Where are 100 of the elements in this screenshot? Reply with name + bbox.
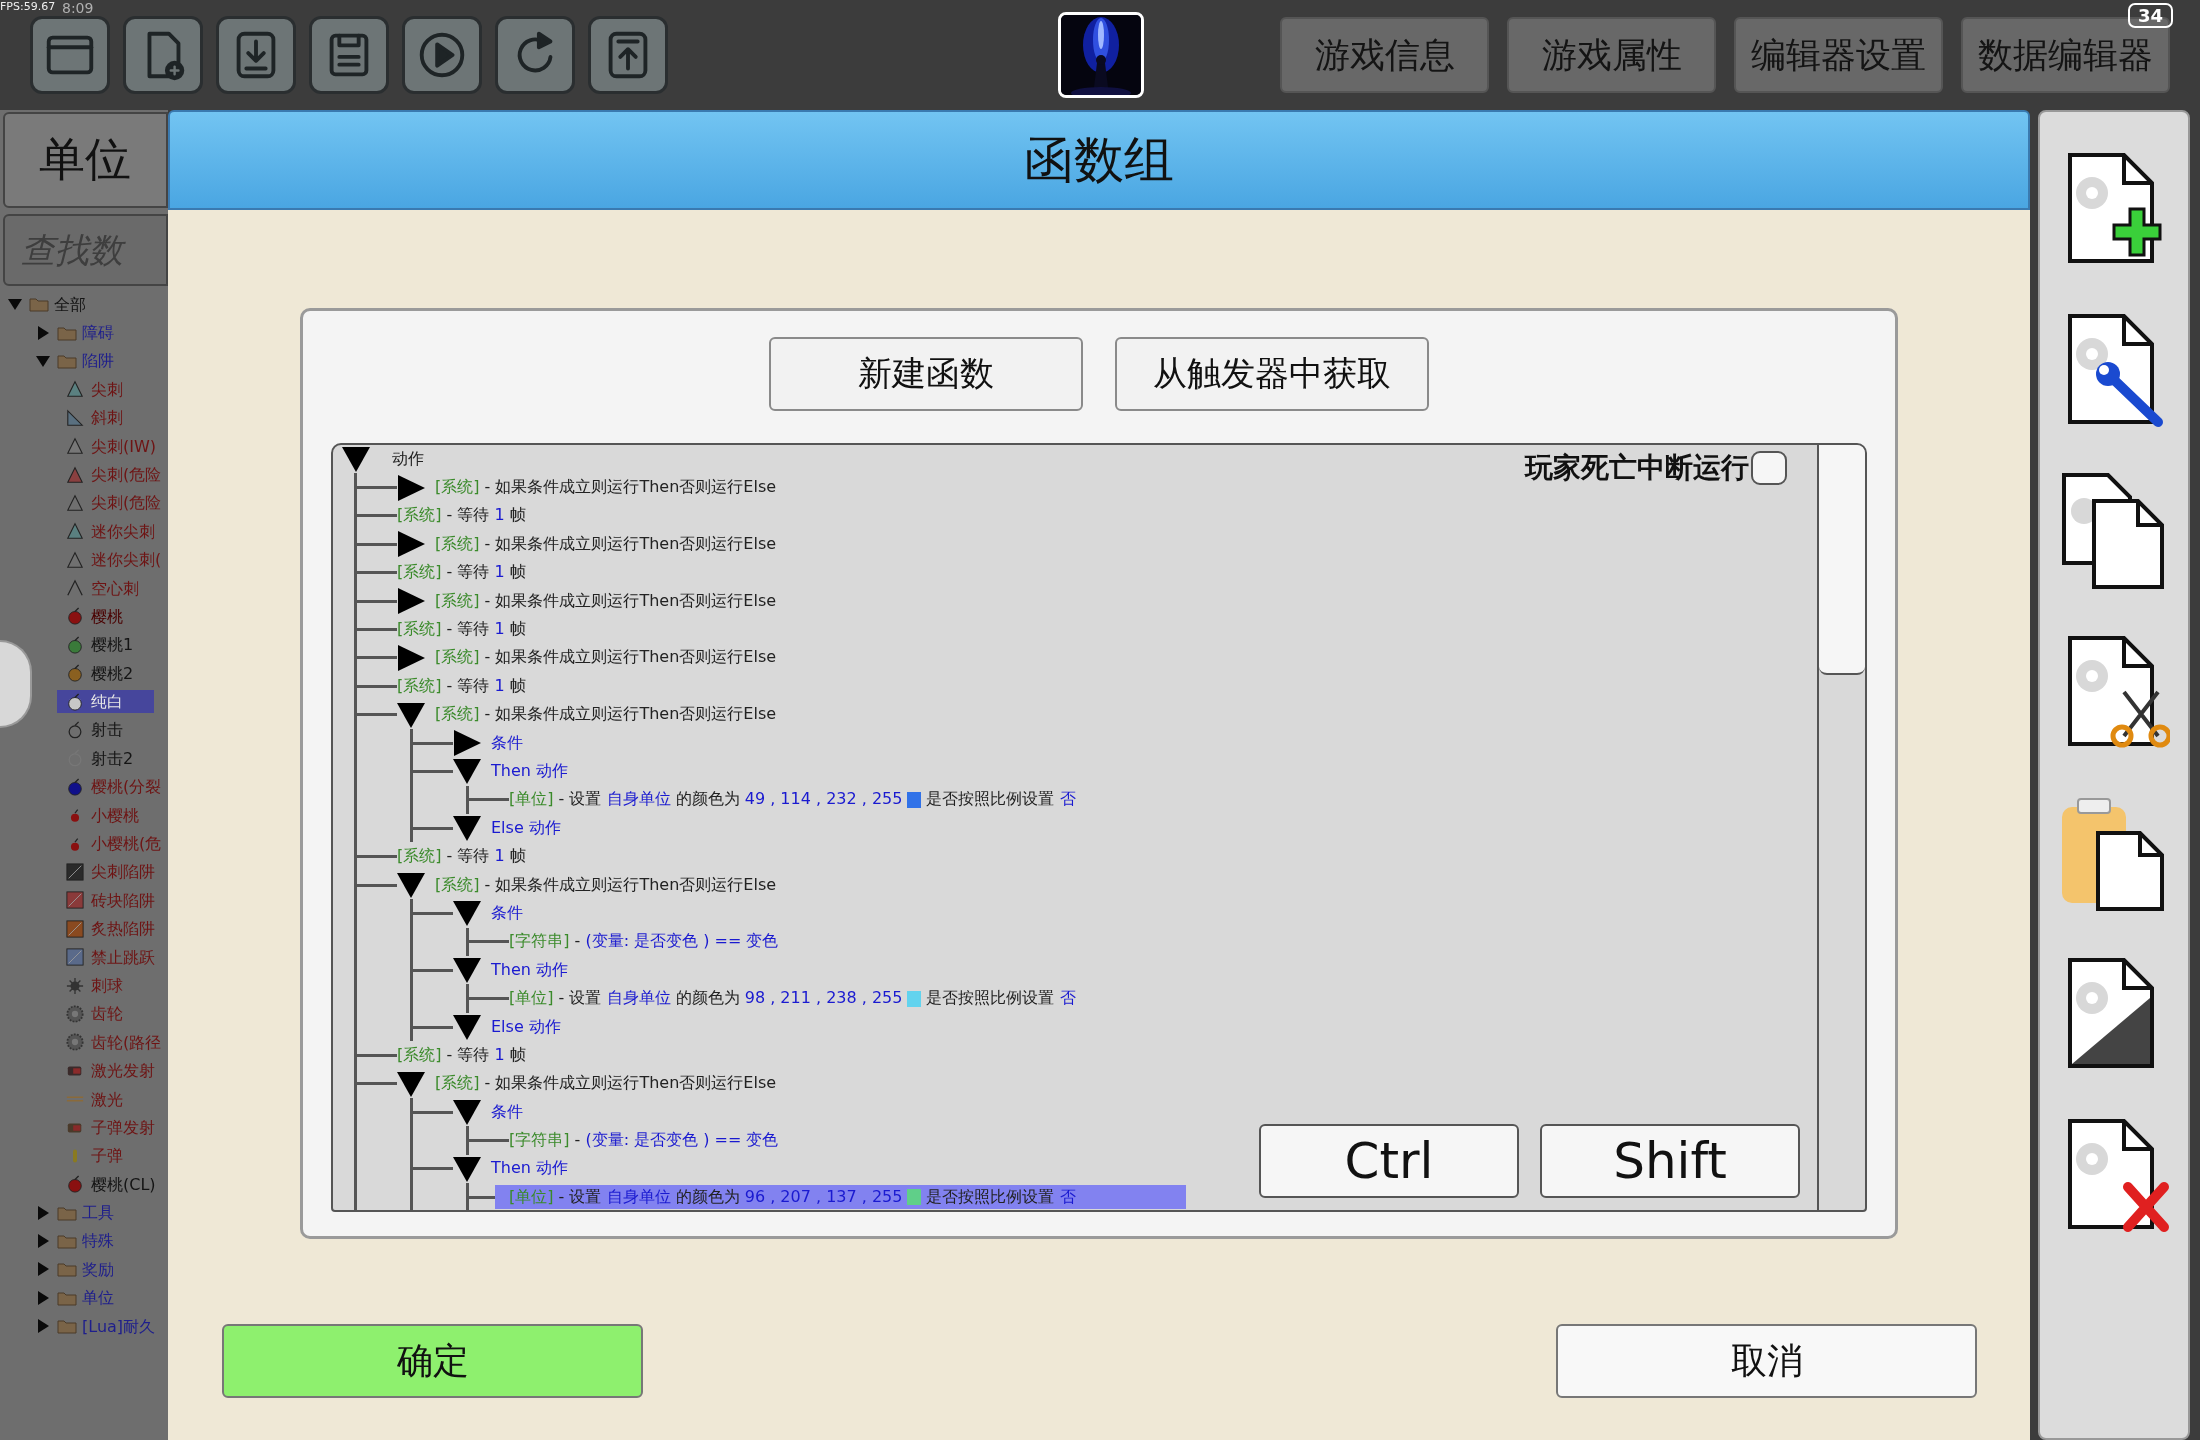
tree-row[interactable]: [系统] - 如果条件成立则运行Then否则运行Else	[421, 873, 887, 898]
tree-row[interactable]: [系统] - 等待 1 帧	[383, 1043, 636, 1068]
tree-row[interactable]: 动作	[378, 447, 534, 472]
scrollbar[interactable]	[1817, 445, 1865, 1210]
menu-tab[interactable]: 编辑器设置	[1734, 17, 1943, 93]
tree-row[interactable]: [系统] - 如果条件成立则运行Then否则运行Else	[421, 1071, 887, 1096]
folder-label[interactable]: 奖励	[82, 1259, 114, 1280]
tree-item[interactable]: 空心刺	[57, 576, 154, 600]
tree-item[interactable]: 樱桃(分裂	[57, 775, 168, 799]
tree-item[interactable]: 樱桃(CL)	[57, 1172, 162, 1196]
folder-label[interactable]: 单位	[82, 1288, 114, 1308]
refresh-button[interactable]	[495, 16, 575, 94]
tree-item[interactable]: 小樱桃	[57, 803, 154, 827]
caret-right-icon[interactable]	[397, 474, 425, 501]
caret-down-icon[interactable]	[453, 758, 481, 785]
caret-right-icon[interactable]	[397, 644, 425, 671]
caret-down-icon[interactable]	[453, 1099, 481, 1126]
caret-down-icon[interactable]	[397, 1070, 425, 1097]
key-button[interactable]: Ctrl	[1259, 1124, 1519, 1198]
play-button[interactable]	[402, 16, 482, 94]
scrollbar-thumb[interactable]	[1819, 445, 1865, 675]
folder-label[interactable]: 特殊	[82, 1231, 114, 1251]
tree-item[interactable]: 尖刺(IW)	[57, 434, 163, 458]
save-button[interactable]	[309, 16, 389, 94]
tree-item[interactable]: 齿轮	[57, 1002, 154, 1026]
tree-row[interactable]: 条件	[477, 901, 633, 926]
tree-row[interactable]: Then 动作	[477, 759, 678, 784]
tree-item[interactable]: 尖刺(危险	[57, 491, 168, 515]
key-button[interactable]: Shift	[1540, 1124, 1800, 1198]
caret-down-icon[interactable]	[397, 701, 425, 728]
tree-row[interactable]: 条件	[477, 731, 633, 756]
tree-row[interactable]: [系统] - 如果条件成立则运行Then否则运行Else	[421, 475, 887, 500]
folder-label[interactable]: 障碍	[82, 323, 114, 343]
tree-row[interactable]: [系统] - 等待 1 帧	[383, 503, 636, 528]
download-button[interactable]	[216, 16, 296, 94]
tree-item[interactable]: 迷你尖刺(	[57, 548, 168, 572]
tree-row[interactable]: [单位] - 设置 自身单位 的颜色为 96 , 207 , 137 , 255 是否按照比例设置 否	[495, 1185, 1186, 1210]
caret-down-icon[interactable]	[453, 900, 481, 927]
caret-down-icon[interactable]	[453, 1014, 481, 1040]
tree-item[interactable]: 砖块陷阱	[57, 888, 161, 912]
folder-label[interactable]: 全部	[54, 294, 86, 314]
tree-item[interactable]: 樱桃2	[57, 661, 154, 685]
caret-down-icon[interactable]	[453, 1155, 481, 1182]
tree-row[interactable]: [字符串] - (变量: 是否变色 ) == 变色	[495, 929, 889, 954]
tree-item[interactable]: 刺球	[57, 973, 154, 998]
checkbox[interactable]	[1751, 451, 1787, 485]
action-button[interactable]: 从触发器中获取	[1115, 337, 1429, 411]
tree-item[interactable]: 射击	[57, 718, 154, 742]
tree-item[interactable]: 禁止跳跃	[57, 945, 161, 969]
caret-down-icon[interactable]	[342, 446, 370, 473]
folder-label[interactable]: 工具	[82, 1203, 114, 1223]
tree-row[interactable]: [系统] - 如果条件成立则运行Then否则运行Else	[421, 532, 887, 557]
folder-label[interactable]: 陷阱	[82, 351, 114, 371]
caret-right-icon[interactable]	[453, 730, 481, 757]
confirm-button[interactable]: 确定	[222, 1324, 643, 1398]
tree-row[interactable]: [系统] - 等待 1 帧	[383, 617, 636, 642]
tree-item[interactable]: 尖刺陷阱	[57, 860, 161, 884]
tree-row[interactable]: [系统] - 等待 1 帧	[383, 674, 636, 699]
tree-row[interactable]: [系统] - 等待 1 帧	[383, 560, 636, 585]
cancel-button[interactable]: 取消	[1556, 1324, 1977, 1398]
tree-row[interactable]: [系统] - 如果条件成立则运行Then否则运行Else	[421, 645, 887, 670]
tree-item[interactable]: 尖刺(危险	[57, 462, 168, 487]
tree-item[interactable]: 斜刺	[57, 406, 154, 430]
caret-down-icon[interactable]	[453, 957, 481, 984]
tree-row[interactable]: Then 动作	[477, 958, 678, 983]
menu-tab[interactable]: 游戏信息	[1280, 17, 1489, 93]
tree-row[interactable]: Then 动作	[477, 1156, 678, 1181]
tree-item[interactable]: 齿轮(路径	[57, 1030, 168, 1054]
tree-item[interactable]: 迷你尖刺	[57, 519, 161, 543]
caret-down-icon[interactable]	[453, 815, 481, 842]
tree-item[interactable]: 小樱桃(危	[57, 832, 168, 856]
tree-item[interactable]: 射击2	[57, 746, 154, 771]
tree-row[interactable]: Else 动作	[477, 1015, 671, 1039]
tree-row[interactable]: [系统] - 等待 1 帧	[383, 844, 636, 869]
window-button[interactable]	[30, 16, 110, 94]
tree-row[interactable]: [单位] - 设置 自身单位 的颜色为 49 , 114 , 232 , 255 是否按照比例设置 否	[495, 787, 1186, 812]
tree-item[interactable]: 炙热陷阱	[57, 917, 161, 941]
tree-item[interactable]: 尖刺	[57, 377, 154, 401]
tree-row[interactable]: 条件	[477, 1100, 633, 1125]
tree-item[interactable]: 樱桃1	[57, 633, 154, 657]
new-file-button[interactable]	[123, 16, 203, 94]
tree-row[interactable]: [系统] - 如果条件成立则运行Then否则运行Else	[421, 589, 887, 614]
upload-button[interactable]	[588, 16, 668, 94]
item-label: 樱桃(CL)	[91, 1174, 156, 1194]
tree-item[interactable]: 子弹	[57, 1144, 154, 1168]
tree-row[interactable]: [字符串] - (变量: 是否变色 ) == 变色	[495, 1128, 889, 1153]
tree-item[interactable]: 樱桃	[57, 604, 154, 629]
action-button[interactable]: 新建函数	[769, 337, 1083, 411]
tree-row[interactable]: [单位] - 设置 自身单位 的颜色为 98 , 211 , 238 , 255 是否按照比例设置 否	[495, 986, 1186, 1011]
tree-item[interactable]: 激光	[57, 1087, 154, 1111]
caret-right-icon[interactable]	[397, 531, 425, 558]
folder-label[interactable]: [Lua]耐久	[82, 1316, 156, 1336]
menu-tab[interactable]: 游戏属性	[1507, 17, 1716, 93]
caret-down-icon[interactable]	[397, 872, 425, 899]
caret-right-icon[interactable]	[397, 588, 425, 615]
tree-item[interactable]: 纯白	[57, 690, 154, 714]
tree-row[interactable]: Else 动作	[477, 816, 671, 841]
tree-item[interactable]: 子弹发射	[57, 1115, 161, 1140]
tree-row[interactable]: [系统] - 如果条件成立则运行Then否则运行Else	[421, 702, 887, 727]
tree-item[interactable]: 激光发射	[57, 1059, 161, 1083]
